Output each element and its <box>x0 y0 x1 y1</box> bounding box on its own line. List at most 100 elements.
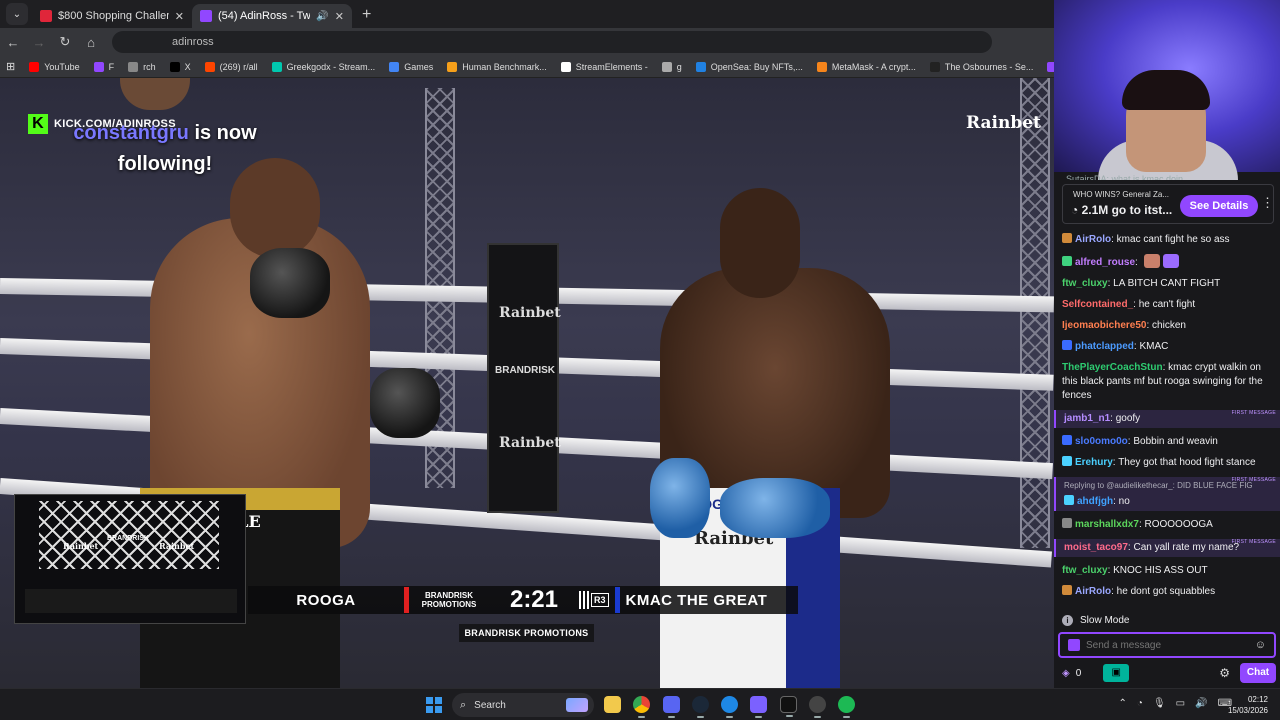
windows-start-icon[interactable] <box>426 697 442 713</box>
bookmark-item[interactable]: StreamElements - <box>560 61 648 72</box>
chat-username[interactable]: Ijeomaobichere50 <box>1062 320 1146 331</box>
bookmark-item[interactable]: Games <box>389 61 433 72</box>
bookmarks-bar: ⊞ YouTube Frch X (269) r/all Greekgodx - Str… <box>0 56 1150 78</box>
chat-message[interactable]: AirRolo: kmac cant fight he so ass <box>1062 233 1276 247</box>
edge-icon[interactable] <box>721 696 738 718</box>
bookmark-label: The Osbournes - Se... <box>944 61 1034 72</box>
chat-message[interactable]: ftw_cluxy: LA BITCH CANT FIGHT <box>1062 277 1276 291</box>
apps-icon[interactable] <box>750 696 767 718</box>
chat-username[interactable]: ThePlayerCoachStun <box>1062 362 1163 373</box>
chat-badge-icon[interactable] <box>1064 495 1074 505</box>
chat-emote-icon[interactable] <box>1143 254 1160 268</box>
video-player[interactable]: Rainbet BRANDRISK Rainbet TITLE VLADGREA… <box>0 78 1054 688</box>
mic-icon[interactable]: 🎙 <box>1153 698 1166 709</box>
bookmark-item[interactable]: F <box>93 61 114 72</box>
network-icon[interactable]: ▭ <box>1176 698 1185 709</box>
new-tab-icon[interactable]: + <box>362 6 371 24</box>
gift-icon[interactable]: ▣ <box>1103 664 1130 682</box>
chat-message[interactable]: FIRST MESSAGE jamb1_n1: goofy <box>1054 410 1280 428</box>
chat-input-box[interactable]: ☺ <box>1058 632 1276 658</box>
bookmark-item[interactable]: OpenSea: Buy NFTs,... <box>695 61 803 72</box>
close-tab-icon[interactable]: ✕ <box>175 10 184 23</box>
prediction-banner[interactable]: WHO WINS? General Za... ◔ 2.1M go to its… <box>1062 184 1274 224</box>
tray-expand-icon[interactable]: ⌃ <box>1119 698 1127 709</box>
emote-picker-icon[interactable]: ☺ <box>1255 639 1266 651</box>
file-explorer-icon[interactable] <box>604 696 621 713</box>
reload-icon[interactable]: ↻ <box>52 34 78 50</box>
close-tab-icon[interactable]: ✕ <box>335 10 344 23</box>
discord-icon[interactable] <box>663 696 680 718</box>
bookmark-item[interactable]: X <box>169 61 191 72</box>
chat-badge-icon[interactable] <box>1068 639 1080 651</box>
chat-badge-icon[interactable] <box>1062 340 1072 350</box>
chat-message[interactable]: ThePlayerCoachStun: kmac crypt walkin on… <box>1062 361 1276 403</box>
volume-icon[interactable]: 🔊 <box>1195 698 1207 709</box>
chat-message[interactable]: slo0omo0o: Bobbin and weavin <box>1062 435 1276 449</box>
chat-username[interactable]: AirRolo <box>1075 234 1111 245</box>
chat-username[interactable]: slo0omo0o <box>1075 436 1128 447</box>
system-clock[interactable]: 02:12 15/03/2026 <box>1228 694 1268 716</box>
apps-grid-icon[interactable]: ⊞ <box>6 60 15 73</box>
chat-badge-icon[interactable] <box>1062 256 1072 266</box>
browser-tab-active[interactable]: (54) AdinRoss - Twitch 🔊 ✕ <box>192 4 352 28</box>
bookmark-item[interactable]: Greekgodx - Stream... <box>271 61 375 72</box>
taskbar-search[interactable]: ⌕ Search <box>452 693 594 717</box>
bookmark-item[interactable]: Human Benchmark... <box>447 61 547 72</box>
chat-message[interactable]: marshallxdx7: ROOOOOOGA <box>1062 518 1276 532</box>
chat-message[interactable]: phatclapped: KMAC <box>1062 340 1276 354</box>
address-bar[interactable]: adinross <box>112 31 992 53</box>
bookmark-item[interactable]: g <box>661 61 682 72</box>
chat-message[interactable]: AirRolo: he dont got squabbles <box>1062 585 1276 599</box>
more-options-icon[interactable]: ⋮ <box>1261 195 1274 211</box>
see-details-button[interactable]: See Details <box>1180 195 1258 217</box>
chat-username[interactable]: moist_taco97 <box>1064 542 1128 553</box>
chat-message[interactable]: FIRST MESSAGE moist_taco97: Can yall rate… <box>1054 539 1280 557</box>
chat-message-input[interactable] <box>1086 639 1255 651</box>
chat-badge-icon[interactable] <box>1062 435 1072 445</box>
chat-badge-icon[interactable] <box>1062 456 1072 466</box>
chat-message[interactable]: Selfcontained_: he can't fight <box>1062 298 1276 312</box>
chat-username[interactable]: Erehury <box>1075 457 1113 468</box>
chat-message[interactable]: FIRST MESSAGE Replying to @audieliketheca… <box>1054 477 1280 511</box>
bookmark-item[interactable]: (269) r/all <box>204 61 258 72</box>
chat-send-button[interactable]: Chat <box>1240 663 1276 683</box>
terminal-icon[interactable] <box>780 696 797 717</box>
chat-message[interactable]: Ijeomaobichere50: chicken <box>1062 319 1276 333</box>
ring-corner-post: Rainbet BRANDRISK Rainbet <box>487 243 561 513</box>
chat-username[interactable]: AirRolo <box>1075 586 1111 597</box>
bookmark-item[interactable]: MetaMask - A crypt... <box>816 61 916 72</box>
chat-badge-icon[interactable] <box>1062 585 1072 595</box>
chrome-icon[interactable] <box>633 696 650 718</box>
settings-gear-icon[interactable]: ⚙ <box>1219 666 1230 680</box>
spotify-icon[interactable] <box>838 696 855 718</box>
chat-badge-icon[interactable] <box>1062 518 1072 528</box>
chat-emote-icon[interactable] <box>1162 254 1179 268</box>
speaker-icon[interactable]: 🔊 <box>316 11 328 22</box>
chat-message[interactable]: alfred_rouse: <box>1062 254 1276 270</box>
chat-message[interactable]: Erehury: They got that hood fight stance <box>1062 456 1276 470</box>
forward-icon[interactable]: → <box>26 35 52 50</box>
chat-username[interactable]: Selfcontained_ <box>1062 299 1133 310</box>
home-icon[interactable]: ⌂ <box>78 35 104 50</box>
bookmark-item[interactable]: YouTube <box>29 61 80 72</box>
chat-username[interactable]: marshallxdx7 <box>1075 519 1139 530</box>
chat-username[interactable]: jamb1_n1 <box>1064 413 1110 424</box>
wifi-icon[interactable]: ◔ <box>1137 698 1143 709</box>
post-sponsor-text: Rainbet <box>499 305 561 321</box>
chat-badge-icon[interactable] <box>1062 233 1072 243</box>
chat-username[interactable]: alfred_rouse <box>1075 257 1135 268</box>
recorder-icon[interactable] <box>809 696 826 718</box>
chat-username[interactable]: phatclapped <box>1075 341 1134 352</box>
tab-search-icon[interactable]: ⌄ <box>6 3 28 25</box>
channel-points[interactable]: ◈ 0 <box>1062 668 1081 679</box>
chat-username[interactable]: ftw_cluxy <box>1062 565 1108 576</box>
bookmark-item[interactable]: The Osbournes - Se... <box>929 61 1034 72</box>
chat-message[interactable]: ftw_cluxy: KNOC HIS ASS OUT <box>1062 564 1276 578</box>
bookmark-item[interactable]: rch <box>128 61 156 72</box>
bookmark-label: OpenSea: Buy NFTs,... <box>710 61 803 72</box>
browser-tab[interactable]: $800 Shopping Challenge Sai ✕ <box>32 4 192 28</box>
steam-icon[interactable] <box>692 696 709 718</box>
chat-username[interactable]: ftw_cluxy <box>1062 278 1108 289</box>
back-icon[interactable]: ← <box>0 35 26 50</box>
chat-username[interactable]: ahdfjgh <box>1077 496 1113 507</box>
